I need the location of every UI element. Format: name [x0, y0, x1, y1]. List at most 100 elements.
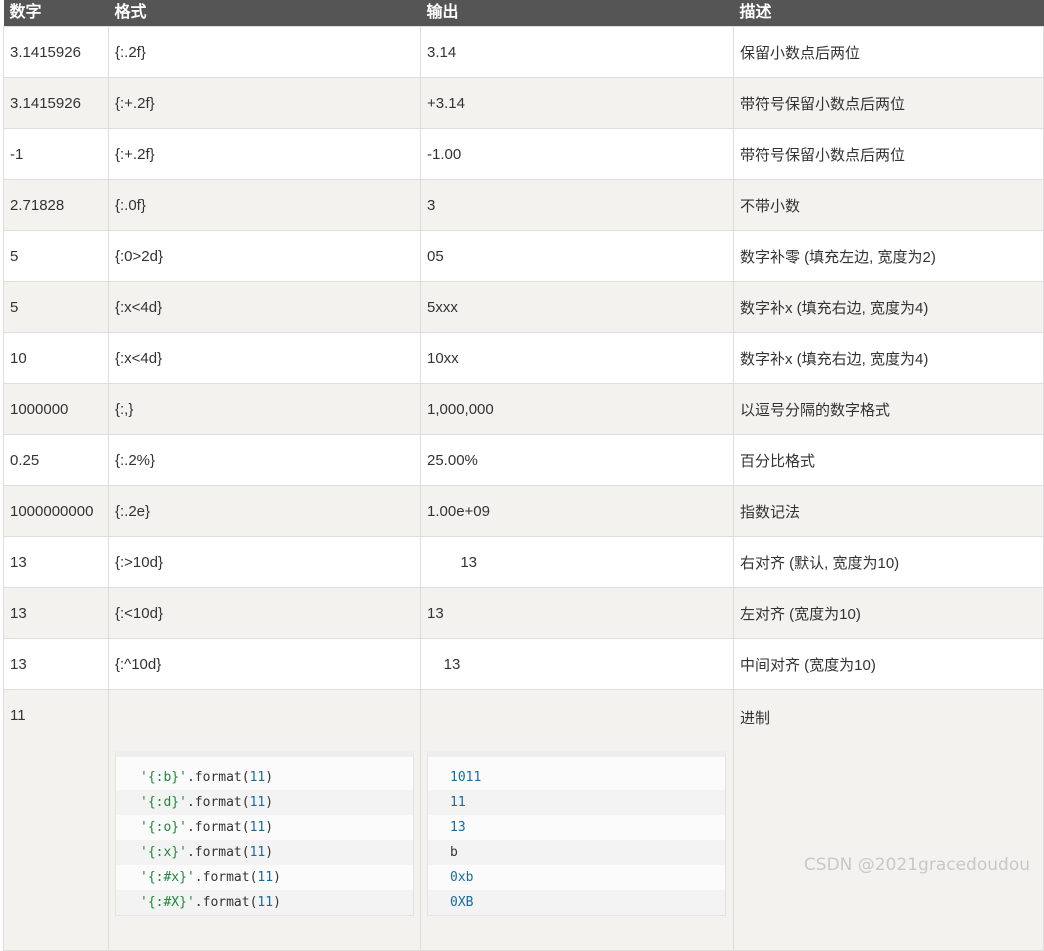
output-value: 0XB: [450, 895, 474, 910]
code-string: '{:#X}': [140, 895, 195, 910]
cell-number: 0.25: [3, 434, 109, 486]
output-line: 0XB: [428, 890, 725, 915]
output-line: 1011: [428, 765, 725, 790]
table-row: 2.71828 {:.0f} 3 不带小数: [3, 179, 1044, 231]
cell-format: {:>10d}: [108, 536, 421, 588]
header-output: 输出: [420, 0, 734, 27]
table-row: 1000000000 {:.2e} 1.00e+09 指数记法: [3, 485, 1044, 537]
cell-description: 百分比格式: [733, 434, 1044, 486]
cell-format: {:<10d}: [108, 587, 421, 639]
code-method: .format(: [186, 820, 250, 835]
header-row: 数字 格式 输出 描述: [3, 0, 1044, 27]
cell-format: {:^10d}: [108, 638, 421, 690]
code-number: 11: [257, 870, 274, 885]
output-value: 13: [450, 820, 466, 835]
format-table: 数字 格式 输出 描述 3.1415926 {:.2f} 3.14 保留小数点后两位 3…: [3, 0, 1044, 951]
output-line: 11: [428, 790, 725, 815]
cell-description: 左对齐 (宽度为10): [733, 587, 1044, 639]
cell-description: 进制: [733, 689, 1044, 951]
watermark: CSDN @2021gracedoudou: [803, 855, 1030, 875]
cell-output: 3.14: [420, 26, 734, 78]
output-value: 1011: [450, 770, 482, 785]
header-number: 数字: [3, 0, 109, 27]
code-line: '{:d}'.format(11): [116, 790, 413, 815]
cell-number: 1000000000: [3, 485, 109, 537]
header-format: 格式: [108, 0, 421, 27]
code-number: 11: [257, 895, 274, 910]
table-row: 13 {:>10d} 13 右对齐 (默认, 宽度为10): [3, 536, 1044, 588]
cell-output: +3.14: [420, 77, 734, 129]
cell-output: 13: [420, 587, 734, 639]
output-line: 13: [428, 815, 725, 840]
table-row: 3.1415926 {:+.2f} +3.14 带符号保留小数点后两位: [3, 77, 1044, 129]
cell-number: 5: [3, 230, 109, 282]
cell-format: {:x<4d}: [108, 281, 421, 333]
cell-output: 05: [420, 230, 734, 282]
cell-number: 1000000: [3, 383, 109, 435]
code-block: '{:b}'.format(11) '{:d}'.format(11) '{:o}'…: [115, 751, 414, 916]
cell-format: {:.2f}: [108, 26, 421, 78]
code-number: 11: [249, 770, 266, 785]
cell-description: 保留小数点后两位: [733, 26, 1044, 78]
code-method: .format(: [186, 770, 250, 785]
cell-format: {:.2e}: [108, 485, 421, 537]
output-line: 0xb: [428, 865, 725, 890]
cell-output: 13: [420, 638, 734, 690]
cell-number: 5: [3, 281, 109, 333]
cell-description: 中间对齐 (宽度为10): [733, 638, 1044, 690]
code-line: '{:b}'.format(11): [116, 765, 413, 790]
cell-number: 13: [3, 587, 109, 639]
cell-format: {:,}: [108, 383, 421, 435]
code-paren: ): [265, 795, 274, 810]
table-row: 13 {:^10d} 13 中间对齐 (宽度为10): [3, 638, 1044, 690]
code-method: .format(: [194, 870, 258, 885]
cell-output: 1011 11 13 b 0xb 0XB: [420, 689, 734, 951]
table-row: 5 {:0>2d} 05 数字补零 (填充左边, 宽度为2): [3, 230, 1044, 282]
code-paren: ): [273, 895, 281, 910]
cell-description: 指数记法: [733, 485, 1044, 537]
code-number: 11: [249, 795, 266, 810]
cell-output: 13: [420, 536, 734, 588]
cell-format: {:x<4d}: [108, 332, 421, 384]
cell-format: '{:b}'.format(11) '{:d}'.format(11) '{:o}'…: [108, 689, 421, 951]
output-block: 1011 11 13 b 0xb 0XB: [427, 751, 726, 916]
cell-output: 10xx: [420, 332, 734, 384]
code-line: '{:x}'.format(11): [116, 840, 413, 865]
cell-description: 数字补x (填充右边, 宽度为4): [733, 281, 1044, 333]
cell-output: 3: [420, 179, 734, 231]
cell-output: 1,000,000: [420, 383, 734, 435]
code-line: '{:#x}'.format(11): [116, 865, 413, 890]
cell-format: {:+.2f}: [108, 128, 421, 180]
table-row: 13 {:<10d} 13 左对齐 (宽度为10): [3, 587, 1044, 639]
header-description: 描述: [733, 0, 1044, 27]
output-value: 11: [450, 795, 466, 810]
cell-description: 右对齐 (默认, 宽度为10): [733, 536, 1044, 588]
code-paren: ): [265, 845, 274, 860]
code-number: 11: [249, 845, 266, 860]
code-number: 11: [249, 820, 266, 835]
code-paren: ): [265, 820, 274, 835]
output-value: 0xb: [450, 870, 474, 885]
cell-number: 3.1415926: [3, 26, 109, 78]
code-string: '{:d}': [140, 795, 187, 810]
table-row-base: 11 '{:b}'.format(11) '{:d}'.format(11) '{:…: [3, 689, 1044, 951]
code-line: '{:o}'.format(11): [116, 815, 413, 840]
code-string: '{:o}': [140, 820, 187, 835]
code-paren: ): [265, 770, 274, 785]
code-line: '{:#X}'.format(11): [116, 890, 413, 915]
cell-format: {:0>2d}: [108, 230, 421, 282]
cell-description: 带符号保留小数点后两位: [733, 128, 1044, 180]
code-string: '{:#x}': [140, 870, 195, 885]
cell-description: 数字补x (填充右边, 宽度为4): [733, 332, 1044, 384]
output-value: b: [450, 845, 458, 860]
cell-output: -1.00: [420, 128, 734, 180]
output-line: b: [428, 840, 725, 865]
table-row: -1 {:+.2f} -1.00 带符号保留小数点后两位: [3, 128, 1044, 180]
cell-format: {:.2%}: [108, 434, 421, 486]
table-row: 0.25 {:.2%} 25.00% 百分比格式: [3, 434, 1044, 486]
cell-description: 带符号保留小数点后两位: [733, 77, 1044, 129]
cell-format: {:.0f}: [108, 179, 421, 231]
code-string: '{:b}': [140, 770, 187, 785]
code-method: .format(: [186, 795, 250, 810]
code-method: .format(: [186, 845, 250, 860]
